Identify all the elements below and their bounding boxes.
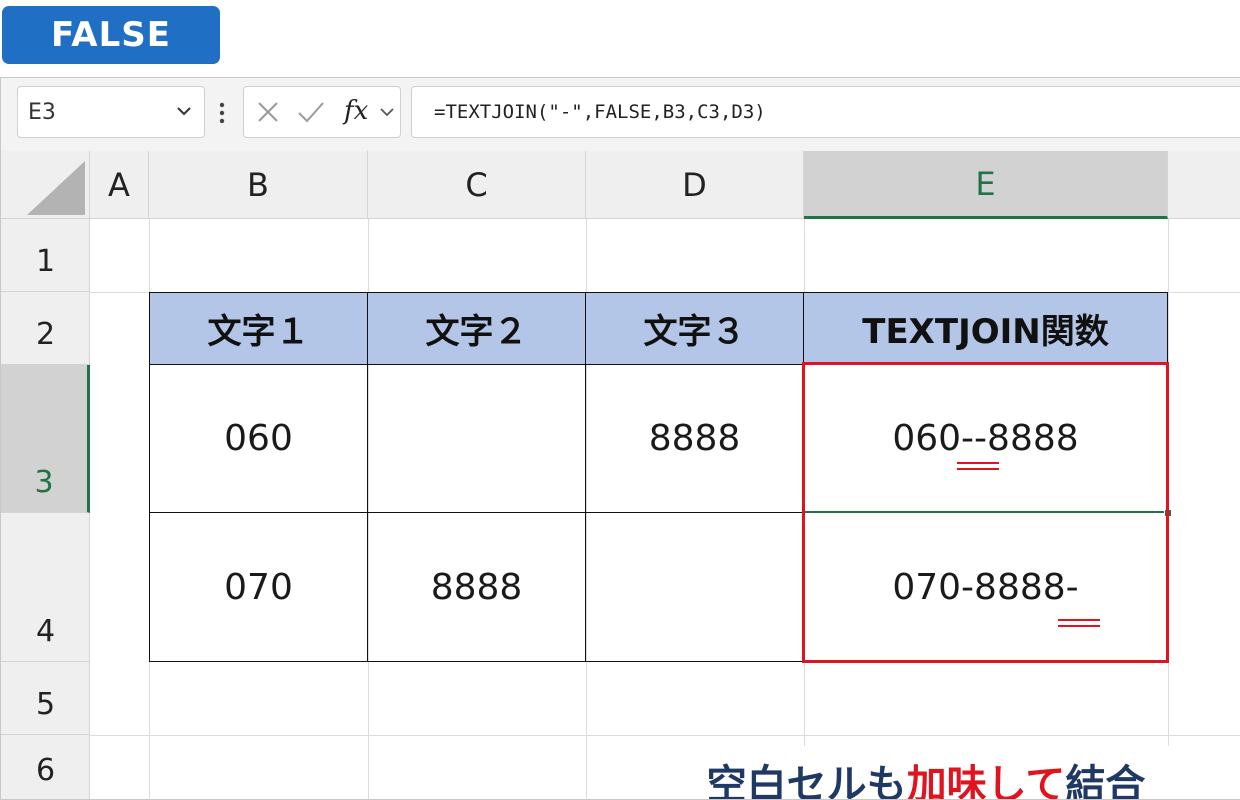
table-cell[interactable]: 060: [149, 365, 368, 513]
excel-window: E3 fx =TEXTJOIN("-",FALSE,B3,C3,D3) A B …: [0, 77, 1240, 800]
more-options-icon[interactable]: [218, 100, 226, 126]
column-header-e[interactable]: E: [804, 151, 1168, 219]
row-header-4[interactable]: 4: [1, 513, 90, 662]
caption-part1: 空白セルも: [706, 762, 907, 800]
caption-part2: 結合: [1065, 762, 1146, 800]
table-cell[interactable]: [368, 365, 586, 513]
table-header-cell[interactable]: TEXTJOIN関数: [804, 292, 1168, 365]
chevron-down-icon[interactable]: [174, 101, 194, 121]
table-header-cell[interactable]: 文字３: [586, 292, 804, 365]
name-box[interactable]: E3: [17, 86, 205, 138]
caption-highlight: 加味して: [906, 762, 1066, 800]
select-all-button[interactable]: [1, 151, 90, 219]
column-header-c[interactable]: C: [368, 151, 586, 219]
table-cell[interactable]: 8888: [586, 365, 804, 513]
column-header-a[interactable]: A: [90, 151, 149, 219]
column-header-d[interactable]: D: [586, 151, 804, 219]
spreadsheet-grid: A B C D E 1 2 3 4 5 6 文字１ 文字２ 文字３ TEXTJO…: [1, 151, 1240, 800]
row-header-6[interactable]: 6: [1, 735, 90, 799]
row-header-2[interactable]: 2: [1, 292, 90, 365]
table-cell[interactable]: [586, 513, 804, 662]
table-cell[interactable]: 070: [149, 513, 368, 662]
gridline: [90, 735, 1240, 736]
chevron-down-icon[interactable]: [378, 103, 396, 121]
table-header-cell[interactable]: 文字１: [149, 292, 368, 365]
caption-text: 空白セルも 加味して 結合: [646, 746, 1206, 800]
formula-bar: E3 fx =TEXTJOIN("-",FALSE,B3,C3,D3): [1, 78, 1240, 151]
row-header-3[interactable]: 3: [1, 365, 90, 513]
name-box-value: E3: [28, 99, 56, 125]
row-header-1[interactable]: 1: [1, 219, 90, 292]
double-underline-mark: [1058, 619, 1100, 627]
function-controls: fx: [243, 86, 401, 138]
table-header-cell[interactable]: 文字２: [368, 292, 586, 365]
table-cell[interactable]: 8888: [368, 513, 586, 662]
formula-text: =TEXTJOIN("-",FALSE,B3,C3,D3): [434, 101, 766, 123]
select-all-triangle-icon: [27, 161, 85, 215]
cancel-icon[interactable]: [256, 100, 280, 124]
row-header-5[interactable]: 5: [1, 662, 90, 735]
column-header-b[interactable]: B: [149, 151, 368, 219]
insert-function-icon[interactable]: fx: [344, 96, 368, 126]
false-badge: FALSE: [2, 6, 220, 64]
result-highlight-box: [802, 362, 1169, 663]
formula-input[interactable]: =TEXTJOIN("-",FALSE,B3,C3,D3): [411, 86, 1240, 138]
double-underline-mark: [957, 462, 999, 470]
enter-check-icon[interactable]: [296, 100, 326, 124]
